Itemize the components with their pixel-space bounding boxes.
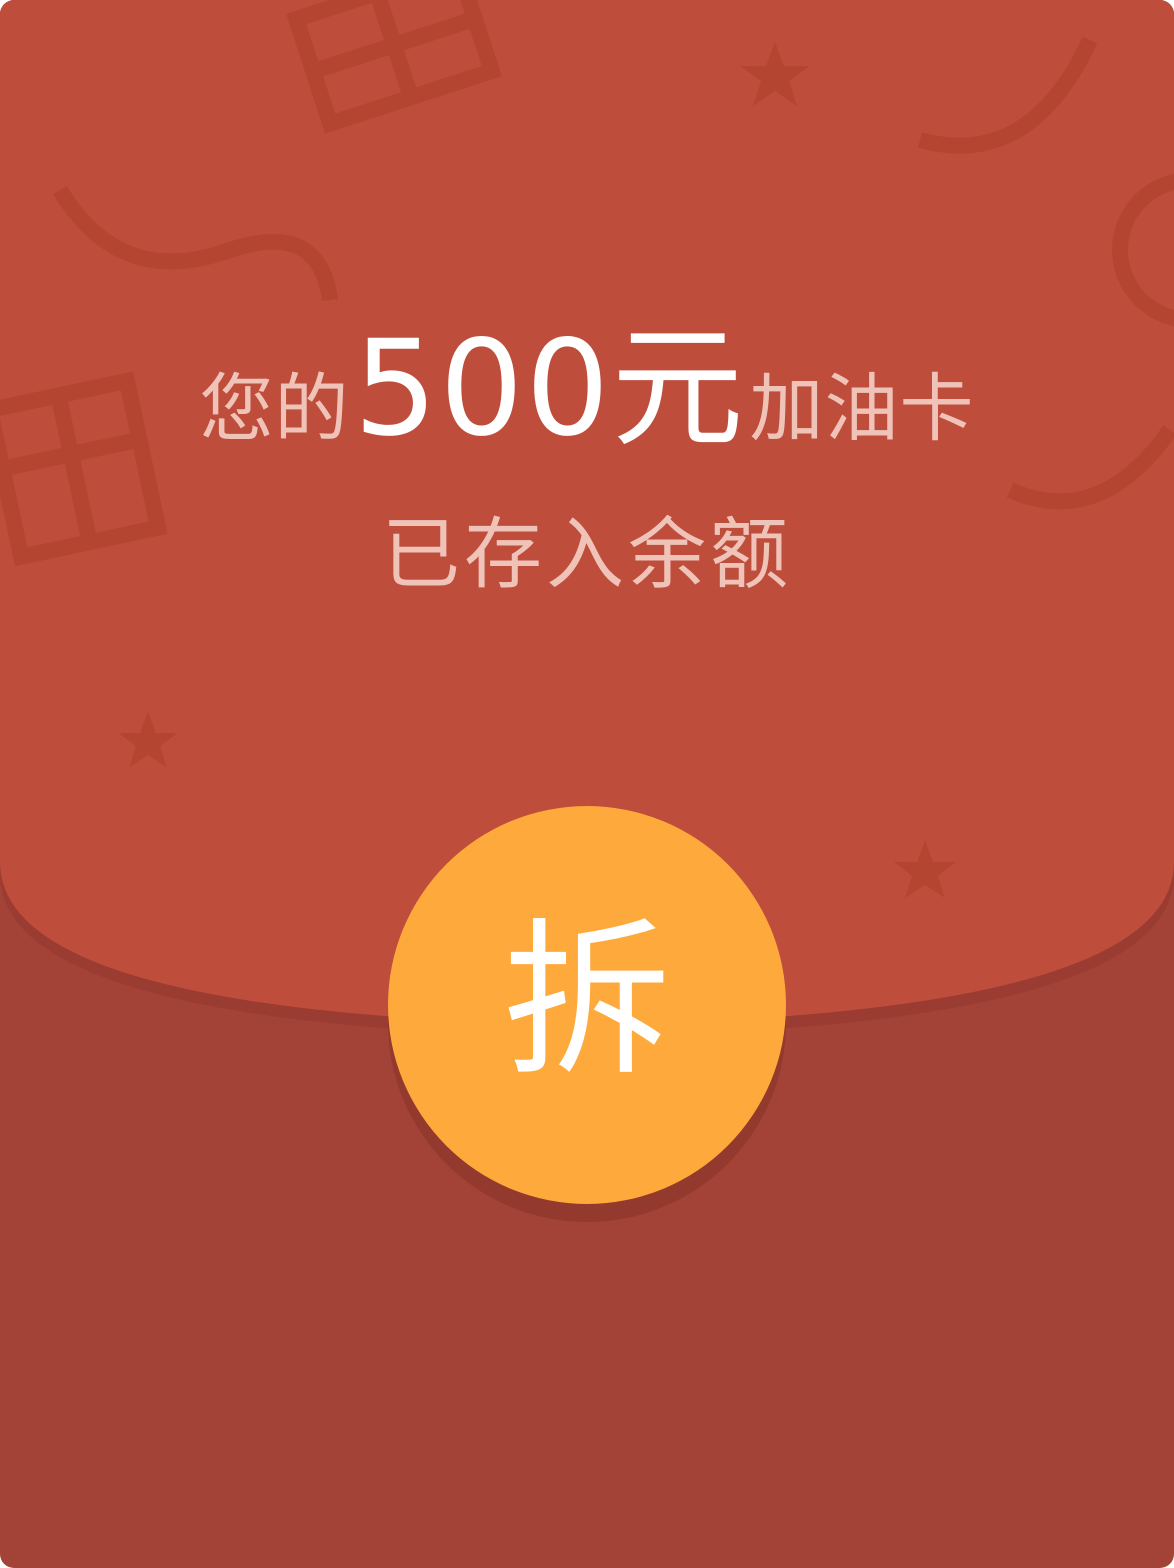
prize-headline: 您的 500元 加油卡 <box>0 282 1174 466</box>
prize-prefix: 您的 <box>199 366 350 452</box>
prize-suffix: 加油卡 <box>749 366 975 452</box>
open-button-label: 拆 <box>503 903 671 1099</box>
red-envelope: 您的 500元 加油卡 已存入余额 拆 <box>0 0 1174 1568</box>
open-envelope-button[interactable]: 拆 <box>388 806 786 1204</box>
prize-amount: 500元 <box>353 312 746 466</box>
prize-subtitle: 已存入余额 <box>381 510 792 600</box>
